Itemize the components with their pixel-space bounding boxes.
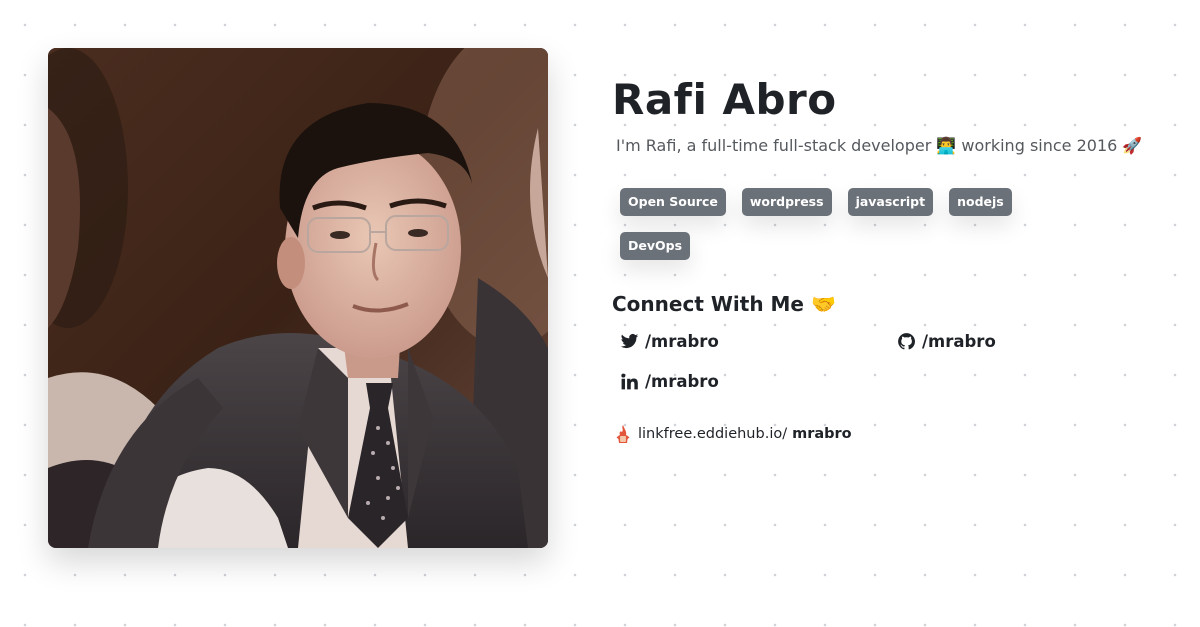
github-handle: /mrabro: [922, 331, 996, 351]
profile-name: Rafi Abro: [612, 75, 837, 124]
twitter-icon: [620, 333, 639, 348]
linkfree-domain: linkfree.eddiehub.io/: [638, 426, 788, 442]
tag[interactable]: javascript: [847, 188, 934, 216]
tag-list: Open Source wordpress javascript nodejs …: [620, 188, 1050, 260]
github-icon: [898, 332, 915, 349]
twitter-handle: /mrabro: [645, 331, 719, 351]
twitter-link[interactable]: /mrabro: [620, 328, 897, 354]
linkedin-link[interactable]: /mrabro: [620, 368, 897, 394]
linkedin-icon: [621, 373, 638, 389]
github-link[interactable]: /mrabro: [897, 328, 1117, 354]
linkfree-logo-icon: [616, 425, 630, 443]
profile-card: Rafi Abro I'm Rafi, a full-time full-sta…: [0, 0, 1200, 627]
linkfree-footer[interactable]: linkfree.eddiehub.io/ mrabro: [614, 424, 1172, 444]
profile-info: Rafi Abro I'm Rafi, a full-time full-sta…: [612, 70, 1172, 444]
tag[interactable]: wordpress: [741, 188, 832, 216]
profile-bio: I'm Rafi, a full-time full-stack develop…: [616, 136, 1143, 155]
social-links: /mrabro /mrabro /mrabro: [620, 328, 1172, 394]
tag[interactable]: Open Source: [620, 188, 726, 216]
linkfree-username: mrabro: [792, 426, 852, 442]
tag[interactable]: DevOps: [620, 232, 691, 260]
linkedin-handle: /mrabro: [645, 371, 719, 391]
tag[interactable]: nodejs: [949, 188, 1012, 216]
profile-photo: [48, 48, 548, 548]
connect-heading: Connect With Me 🤝: [612, 292, 836, 316]
